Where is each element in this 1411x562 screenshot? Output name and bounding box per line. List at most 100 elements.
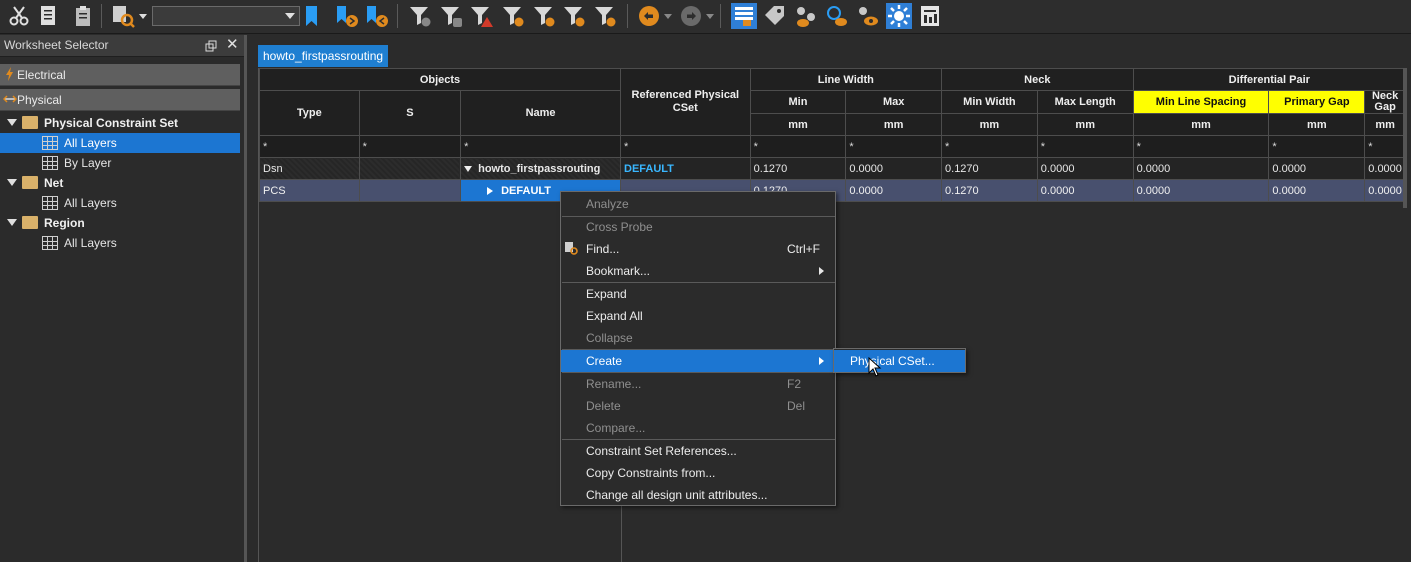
cell-name[interactable]: howto_firstpassrouting — [460, 157, 621, 180]
filter-cell[interactable]: * — [358, 135, 462, 158]
worksheet-icon[interactable] — [731, 3, 757, 29]
table-row[interactable]: Dsn howto_firstpassrouting DEFAULT 0.127… — [259, 157, 1406, 180]
bookmark-prev-icon[interactable] — [364, 3, 390, 29]
cell-neck-min[interactable]: 0.1270 — [941, 157, 1038, 180]
chevron-right-icon[interactable] — [487, 186, 494, 195]
cell-primary-gap[interactable]: 0.0000 — [1268, 179, 1366, 202]
vertical-scrollbar[interactable] — [1403, 68, 1407, 208]
header-neck-min-width[interactable]: Min Width — [941, 90, 1038, 114]
header-differential-pair[interactable]: Differential Pair — [1132, 68, 1407, 91]
header-s[interactable]: S — [358, 90, 462, 136]
menu-item-expand-all[interactable]: Expand All — [561, 305, 835, 327]
filter-cell[interactable]: * — [1364, 135, 1406, 158]
filter-cell[interactable]: * — [259, 135, 360, 158]
tree-item-net[interactable]: Net — [0, 173, 240, 193]
eye-icon[interactable] — [793, 3, 819, 29]
filter-cell[interactable]: * — [620, 135, 751, 158]
filter-cell[interactable]: * — [749, 135, 847, 158]
menu-item-expand[interactable]: Expand — [561, 283, 835, 305]
settings-icon[interactable] — [886, 3, 912, 29]
tree-item-region-all-layers[interactable]: All Layers — [0, 233, 240, 253]
header-referenced-physical-cset[interactable]: Referenced Physical CSet — [620, 68, 751, 136]
cell-s[interactable] — [358, 157, 462, 180]
header-min-line-spacing[interactable]: Min Line Spacing — [1132, 90, 1270, 114]
filter-cell[interactable]: * — [1132, 135, 1270, 158]
filter-icon[interactable] — [500, 3, 526, 29]
filter-icon[interactable] — [438, 3, 464, 29]
chevron-down-icon[interactable] — [7, 219, 17, 226]
menu-item-delete[interactable]: Delete Del — [561, 395, 835, 417]
chevron-down-icon[interactable] — [464, 165, 473, 172]
report-icon[interactable] — [917, 3, 943, 29]
cell-type[interactable]: PCS — [259, 179, 360, 202]
cell-primary-gap[interactable]: 0.0000 — [1268, 157, 1366, 180]
bookmark-next-icon[interactable] — [334, 3, 360, 29]
header-line-width-max[interactable]: Max — [845, 90, 943, 114]
chevron-down-icon[interactable] — [7, 179, 17, 186]
header-line-width[interactable]: Line Width — [749, 68, 943, 91]
eye-icon[interactable] — [855, 3, 881, 29]
category-electrical[interactable]: Electrical — [0, 64, 240, 86]
menu-item-find[interactable]: Find... Ctrl+F — [561, 238, 835, 260]
tag-icon[interactable] — [762, 3, 788, 29]
header-neck-gap[interactable]: Neck Gap — [1364, 90, 1406, 114]
find-icon[interactable] — [110, 3, 136, 29]
filter-cell[interactable]: * — [1268, 135, 1366, 158]
filter-icon[interactable] — [531, 3, 557, 29]
header-neck[interactable]: Neck — [941, 68, 1134, 91]
menu-item-rename[interactable]: Rename... F2 — [561, 373, 835, 395]
chevron-down-icon[interactable] — [7, 119, 17, 126]
scissors-icon[interactable] — [6, 3, 32, 29]
chevron-down-icon[interactable] — [706, 14, 714, 19]
menu-item-collapse[interactable]: Collapse — [561, 327, 835, 349]
cell-lw-max[interactable]: 0.0000 — [845, 157, 943, 180]
chevron-down-icon[interactable] — [139, 14, 147, 19]
menu-item-constraint-set-references[interactable]: Constraint Set References... — [561, 440, 835, 462]
cell-neck-max[interactable]: 0.0000 — [1036, 157, 1134, 180]
cell-min-line-spacing[interactable]: 0.0000 — [1132, 179, 1270, 202]
category-physical[interactable]: Physical — [0, 89, 240, 111]
tree-item-physical-constraint-set[interactable]: Physical Constraint Set — [0, 113, 240, 133]
cell-lw-max[interactable]: 0.0000 — [845, 179, 943, 202]
bookmark-icon[interactable] — [300, 3, 326, 29]
undo-icon[interactable] — [636, 3, 662, 29]
toolbar-combo[interactable] — [152, 6, 300, 26]
paste-icon[interactable] — [70, 3, 96, 29]
eye-icon[interactable] — [824, 3, 850, 29]
close-icon[interactable]: ✕ — [226, 37, 239, 52]
menu-item-compare[interactable]: Compare... — [561, 417, 835, 439]
cell-ref-cset[interactable]: DEFAULT — [620, 157, 751, 180]
header-objects[interactable]: Objects — [259, 68, 621, 91]
tree-item-net-all-layers[interactable]: All Layers — [0, 193, 240, 213]
filter-cell[interactable]: * — [460, 135, 621, 158]
header-primary-gap[interactable]: Primary Gap — [1268, 90, 1366, 114]
chevron-down-icon[interactable] — [664, 14, 672, 19]
header-name[interactable]: Name — [460, 90, 621, 136]
header-line-width-min[interactable]: Min — [749, 90, 847, 114]
cell-type[interactable]: Dsn — [259, 157, 360, 180]
header-neck-max-length[interactable]: Max Length — [1036, 90, 1134, 114]
tree-item-by-layer[interactable]: By Layer — [0, 153, 240, 173]
float-panel-icon[interactable] — [205, 40, 217, 52]
menu-item-physical-cset[interactable]: Physical CSet... — [834, 350, 965, 372]
cell-neck-gap[interactable]: 0.0000 — [1364, 157, 1406, 180]
menu-item-bookmark[interactable]: Bookmark... — [561, 260, 835, 282]
header-type[interactable]: Type — [259, 90, 360, 136]
filter-cell[interactable]: * — [845, 135, 943, 158]
filter-icon[interactable] — [407, 3, 433, 29]
filter-cell[interactable]: * — [941, 135, 1038, 158]
cell-neck-min[interactable]: 0.1270 — [941, 179, 1038, 202]
tab-howto-firstpassrouting[interactable]: howto_firstpassrouting — [258, 45, 389, 67]
filter-icon[interactable] — [592, 3, 618, 29]
cell-lw-min[interactable]: 0.1270 — [749, 157, 847, 180]
filter-icon[interactable] — [561, 3, 587, 29]
tree-item-region[interactable]: Region — [0, 213, 240, 233]
redo-icon[interactable] — [678, 3, 704, 29]
menu-item-change-units[interactable]: Change all design unit attributes... — [561, 484, 835, 506]
cell-neck-max[interactable]: 0.0000 — [1036, 179, 1134, 202]
filter-cell[interactable]: * — [1036, 135, 1134, 158]
menu-item-create[interactable]: Create — [561, 350, 835, 372]
cell-neck-gap[interactable]: 0.0000 — [1364, 179, 1406, 202]
menu-item-copy-constraints[interactable]: Copy Constraints from... — [561, 462, 835, 484]
cell-s[interactable] — [358, 179, 462, 202]
